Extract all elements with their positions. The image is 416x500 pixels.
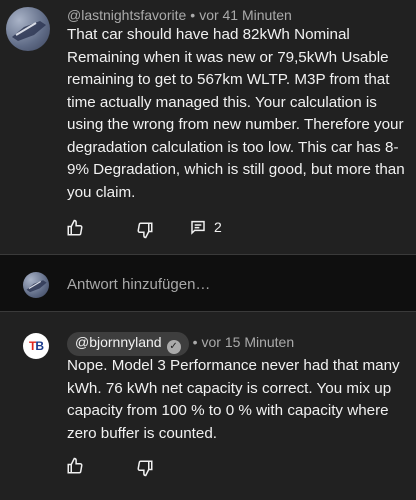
comment-time[interactable]: vor 41 Minuten [199, 7, 292, 23]
meta-separator: • [190, 7, 196, 23]
dislike-button[interactable] [136, 221, 154, 239]
like-button[interactable] [66, 219, 84, 237]
check-icon: ✓ [166, 340, 181, 354]
meta-separator: • [192, 334, 198, 350]
comment-text: That car should have had 82kWh Nominal R… [67, 26, 405, 201]
reply-count: 2 [214, 219, 222, 235]
commenter-avatar[interactable] [6, 7, 50, 51]
like-button[interactable] [66, 457, 84, 475]
creator-avatar[interactable]: TB [23, 333, 49, 359]
reply-time[interactable]: vor 15 Minuten [202, 334, 295, 350]
car-avatar-icon [12, 21, 46, 41]
comment-meta: @lastnightsfavorite • vor 41 Minuten [67, 7, 292, 23]
reply-input[interactable]: Antwort hinzufügen… [67, 276, 210, 293]
comment-author[interactable]: @lastnightsfavorite [67, 7, 186, 23]
divider [0, 254, 416, 255]
replies-button[interactable]: 2 [190, 219, 222, 235]
reply-text: Nope. Model 3 Performance never had that… [67, 357, 400, 442]
thumbs-up-icon [67, 219, 83, 236]
creator-handle-chip[interactable]: @bjornnyland ✓ [67, 332, 189, 356]
reply-author: @bjornnyland [75, 334, 162, 350]
my-avatar [23, 272, 49, 298]
thumbs-down-icon [137, 222, 153, 239]
tb-logo-icon: TB [28, 339, 44, 353]
car-avatar-icon [26, 280, 47, 293]
thumbs-down-icon [137, 460, 153, 477]
thumbs-up-icon [67, 457, 83, 474]
comment-icon [191, 220, 205, 235]
reply-meta: @bjornnyland ✓ • vor 15 Minuten [67, 332, 294, 356]
dislike-button[interactable] [136, 459, 154, 477]
